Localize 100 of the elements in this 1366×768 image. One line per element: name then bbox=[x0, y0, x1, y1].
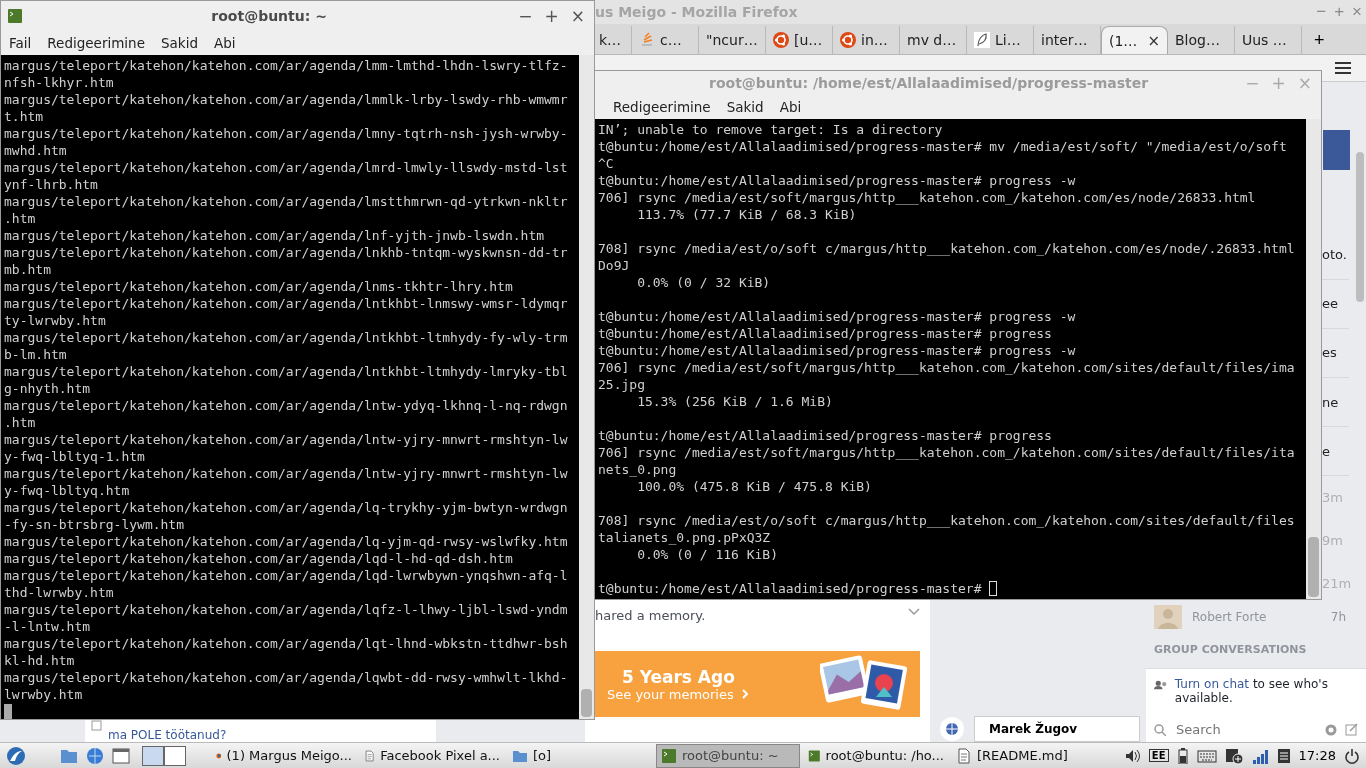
scrollbar-thumb[interactable] bbox=[1308, 537, 1319, 597]
chevron-right-icon bbox=[741, 688, 750, 699]
browser-tab[interactable]: [u… bbox=[766, 26, 833, 54]
link-text[interactable]: ma POLE töötanud? bbox=[108, 728, 227, 742]
browser-tab[interactable]: Blog… bbox=[1168, 26, 1235, 54]
terminal-line: y-fwq-lbltyq-1.htm bbox=[4, 448, 146, 465]
new-tab-button[interactable]: + bbox=[1302, 26, 1337, 54]
terminal-line: margus/teleport/katehon/katehon.com/ar/agenda/lqd-lwrwbywn-ynqshwn-afq-l bbox=[4, 567, 569, 584]
browser-tab[interactable]: c… bbox=[632, 26, 699, 54]
terminal-line: .htm bbox=[4, 414, 37, 431]
chat-tab[interactable]: Marek Žugov bbox=[974, 716, 1140, 742]
search-field[interactable]: Search bbox=[1174, 721, 1317, 738]
taskbar-button[interactable]: root@buntu: ~ bbox=[656, 743, 800, 768]
chat-notice: Turn on chat to see who's available. bbox=[1174, 677, 1329, 706]
browser-tab[interactable]: in… bbox=[833, 26, 900, 54]
notification-text: e bbox=[1322, 443, 1330, 459]
terminal-line: ynf-lhrb.htm bbox=[4, 176, 99, 193]
terminal-line: mb.htm bbox=[4, 261, 52, 278]
minimize-button[interactable]: − bbox=[515, 6, 536, 26]
notification-text: ee bbox=[1322, 296, 1338, 312]
menu-item[interactable]: Abi bbox=[771, 99, 810, 115]
browser-tab[interactable]: Uus … bbox=[1235, 26, 1302, 54]
browser-tab[interactable]: "ncur… bbox=[699, 26, 766, 54]
terminal-line: .htm bbox=[4, 210, 37, 227]
power-icon bbox=[1344, 747, 1360, 764]
terminal-line: margus/teleport/katehon/katehon.com/ar/agenda/lq-trykhy-yjm-bwtyn-wrdwgn bbox=[4, 499, 569, 516]
terminal-line: margus/teleport/katehon/katehon.com/ar/agenda/lqd-l-hd-qd-dsh.htm bbox=[4, 550, 514, 567]
gear-icon bbox=[1325, 723, 1337, 736]
terminal-line: ty-lwrwby.htm bbox=[4, 312, 107, 329]
stack-icon bbox=[639, 32, 655, 48]
terminal-line: margus/teleport/katehon/katehon.com/ar/agenda/lnms-tkhtr-lhry.htm bbox=[4, 278, 514, 295]
menu-item[interactable]: Sakid bbox=[718, 99, 772, 115]
document-icon bbox=[956, 747, 972, 764]
terminal-line: margus/teleport/katehon/katehon.com/ar/agenda/lmrd-lmwly-llswdy-mstd-lst bbox=[4, 159, 569, 176]
close-tab-button[interactable]: × bbox=[1147, 31, 1160, 50]
terminal-line: margus/teleport/katehon/katehon.com/ar/agenda/lntw-ydyq-lkhnq-l-nq-rdwgn bbox=[4, 397, 569, 414]
terminal-line: margus/teleport/katehon/katehon.com/ar/agenda/lmm-lmthd-lhdn-lswry-tlfz- bbox=[4, 57, 569, 74]
menu-item[interactable]: Fail bbox=[1, 35, 40, 51]
terminal-line: margus/teleport/katehon/katehon.com/ar/agenda/lq-yjm-qd-rwsy-wslwfky.htm bbox=[4, 533, 569, 550]
terminal-line: 708] rsync /media/est/o/soft c/margus/http___katehon.com_/katehon.com/es/node/.26833.html bbox=[598, 240, 1296, 257]
battery-icon bbox=[1176, 747, 1189, 764]
signal-icon bbox=[1251, 747, 1269, 764]
workspace-switcher[interactable] bbox=[142, 745, 186, 766]
terminal-line: nfsh-lkhyr.htm bbox=[4, 74, 115, 91]
feather-icon bbox=[974, 32, 990, 48]
terminal-icon bbox=[808, 747, 821, 764]
scrollbar-thumb[interactable] bbox=[1356, 152, 1364, 302]
terminal-line: 113.7% (77.7 KiB / 68.3 KiB) bbox=[636, 206, 858, 223]
terminal-line: 706] rsync /media/est/soft/margus/http___katehon.com_/katehon.com/es/node/26833.html bbox=[598, 189, 1257, 206]
chevron-down-icon bbox=[908, 608, 920, 616]
menu-item[interactable]: Sakid bbox=[152, 35, 206, 51]
terminal-line: -l-lntw.htm bbox=[4, 618, 92, 635]
terminal-line: kl-hd.htm bbox=[4, 652, 76, 669]
menu-item[interactable]: Abi bbox=[205, 35, 244, 51]
maximize-button[interactable]: + bbox=[541, 6, 562, 26]
terminal-line: Do9J bbox=[598, 257, 631, 274]
notification-time: 9m bbox=[1322, 533, 1343, 549]
compose-icon bbox=[1345, 723, 1358, 736]
window-icon bbox=[112, 746, 130, 765]
terminal-line: margus/teleport/katehon/katehon.com/ar/agenda/lnf-yjth-jnwb-lswdn.htm bbox=[4, 227, 546, 244]
search-icon bbox=[1154, 723, 1166, 736]
notes-icon bbox=[1276, 747, 1291, 764]
notification-time: 21m bbox=[1322, 576, 1352, 592]
browser-tab[interactable]: Li… bbox=[967, 26, 1034, 54]
taskbar-button[interactable]: (1) Margus Meigo... bbox=[212, 743, 356, 768]
header-bar bbox=[1323, 130, 1350, 171]
taskbar-button[interactable]: root@buntu: /ho... bbox=[804, 743, 948, 768]
terminal-line: y-fwq-lbltyq.htm bbox=[4, 482, 131, 499]
window-title: root@buntu: /home/est/Allalaadimised/progress-master bbox=[708, 75, 1150, 91]
terminal-line: talianets_0.png.pPxQ3Z bbox=[598, 529, 772, 546]
browser-tab[interactable]: mv d… bbox=[900, 26, 967, 54]
terminal-line: nets_0.png bbox=[598, 461, 678, 478]
terminal-line: t@buntu:/home/est/Allalaadimised/progress-master# bbox=[598, 581, 983, 596]
terminal-line: t@buntu:/home/est/Allalaadimised/progress-master# mv /media/est/soft/ "/media/est/o/soft bbox=[598, 138, 1288, 155]
notification-text: oto. bbox=[1322, 247, 1347, 263]
terminal-line: margus/teleport/katehon/katehon.com/ar/agenda/lntkhbt-lnmswy-wmsr-ldymqr bbox=[4, 295, 569, 312]
clock[interactable]: 17:28 bbox=[1298, 748, 1336, 763]
menu-item[interactable]: Redigeerimine bbox=[39, 35, 153, 51]
globe-button[interactable] bbox=[940, 717, 964, 741]
contact-time: 7h bbox=[1330, 610, 1346, 625]
notification-text: ne bbox=[1322, 394, 1339, 410]
terminal-line: margus/teleport/katehon/katehon.com/ar/agenda/lnkhb-tntqm-wyskwnsn-dd-tr bbox=[4, 244, 569, 261]
taskbar-button[interactable]: Facebook Pixel a... bbox=[360, 743, 504, 768]
update-icon bbox=[1224, 746, 1244, 765]
browser-tab[interactable]: (1… × bbox=[1101, 26, 1168, 54]
close-button[interactable]: × bbox=[567, 6, 588, 26]
terminal-line: t@buntu:/home/est/Allalaadimised/progress-master# progress bbox=[598, 427, 1053, 444]
menu-item[interactable]: Redigeerimine bbox=[605, 99, 719, 115]
chat-link[interactable]: Turn on chat bbox=[1174, 677, 1250, 692]
scrollbar-thumb[interactable] bbox=[581, 689, 592, 717]
keyboard-layout[interactable]: EE bbox=[1148, 749, 1169, 762]
terminal-line: 100.0% (475.8 KiB / 475.8 KiB) bbox=[636, 478, 873, 495]
terminal-line: ^C bbox=[598, 155, 615, 172]
taskbar-button[interactable]: [README.md] bbox=[952, 743, 1096, 768]
terminal-line: t@buntu:/home/est/Allalaadimised/progress-master# progress bbox=[598, 325, 1053, 342]
terminal-line: 708] rsync /media/est/o/soft c/margus/http___katehon.com_/katehon.com/sites/default/files bbox=[598, 512, 1296, 529]
terminal-line: margus/teleport/katehon/katehon.com/ar/agenda/lqfz-l-lhwy-ljbl-lswd-yndm bbox=[4, 601, 569, 618]
terminal-line: margus/teleport/katehon/katehon.com/ar/agenda/lntw-yjry-mnwrt-rmshtyn-lw bbox=[4, 431, 569, 448]
taskbar-button[interactable]: [o] bbox=[508, 743, 652, 768]
terminal-line: margus/teleport/katehon/katehon.com/ar/agenda/lmny-tqtrh-nsh-jysh-wrwby- bbox=[4, 125, 569, 142]
